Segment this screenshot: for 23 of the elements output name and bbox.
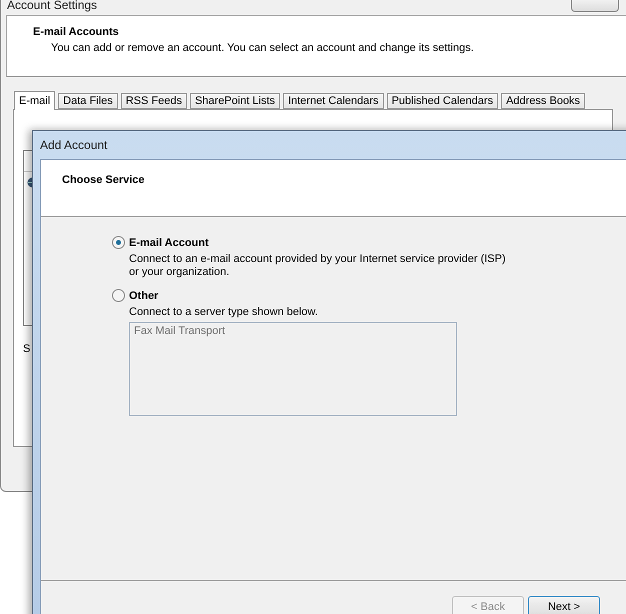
server-type-list[interactable]: Fax Mail Transport: [129, 322, 457, 416]
radio-button[interactable]: [112, 236, 125, 249]
tab[interactable]: SharePoint Lists: [190, 93, 280, 109]
option-label[interactable]: E-mail Account: [129, 236, 209, 248]
tab[interactable]: Address Books: [501, 93, 586, 109]
dialog-title: Add Account: [40, 137, 108, 154]
option-label[interactable]: Other: [129, 290, 158, 302]
label: S: [23, 343, 32, 355]
tab[interactable]: Internet Calendars: [283, 93, 384, 109]
tab[interactable]: Published Calendars: [386, 93, 498, 109]
list-item[interactable]: Fax Mail Transport: [134, 325, 226, 337]
window-title: Account Settings: [7, 0, 98, 12]
tab[interactable]: E-mail: [14, 91, 56, 110]
radio-button[interactable]: [112, 289, 125, 302]
tab[interactable]: Data Files: [58, 93, 118, 109]
next-button[interactable]: Next >: [528, 596, 600, 614]
header-title: E-mail Accounts: [33, 26, 120, 38]
tab[interactable]: RSS Feeds: [120, 93, 187, 109]
option-description: Connect to a server type shown below.: [129, 306, 319, 319]
option-description: Connect to an e-mail account provided by your Internet service provider (ISP) or your organization.: [129, 253, 507, 279]
close-button[interactable]: [571, 0, 619, 12]
header-description: You can add or remove an account. You can select an account and change its settings.: [51, 42, 475, 54]
dialog-heading: Choose Service: [62, 174, 145, 186]
